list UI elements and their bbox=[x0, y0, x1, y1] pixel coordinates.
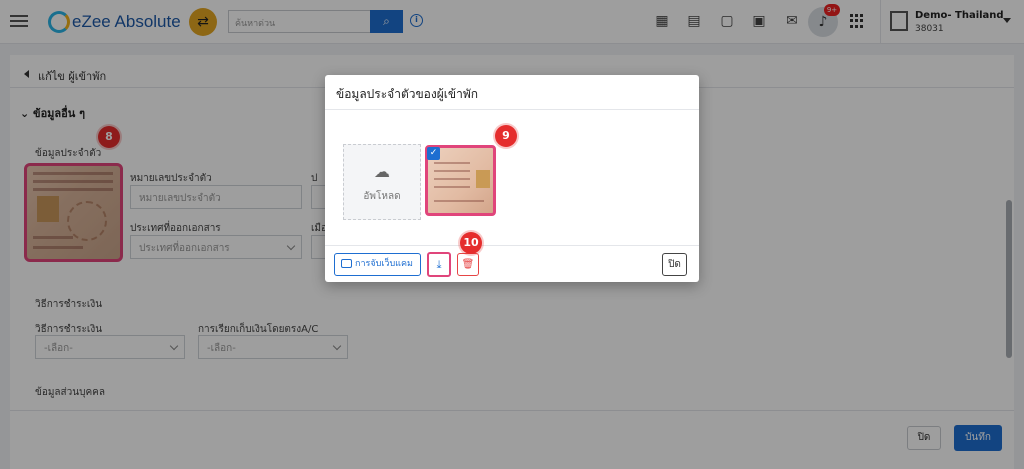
modal-title: ข้อมูลประจำตัวของผู้เข้าพัก bbox=[336, 87, 479, 101]
trash-icon: 🗑 bbox=[461, 259, 475, 270]
cloud-upload-icon: ☁ bbox=[374, 162, 390, 181]
doc-photo bbox=[476, 170, 490, 188]
modal-footer: การจับเว็บแคม ⤓ 🗑 ปิด bbox=[325, 245, 699, 282]
doc-stripe bbox=[434, 178, 470, 180]
download-button[interactable]: ⤓ bbox=[427, 252, 451, 277]
camera-icon bbox=[341, 259, 352, 268]
download-icon: ⤓ bbox=[436, 258, 442, 271]
webcam-capture-button[interactable]: การจับเว็บแคม bbox=[334, 253, 421, 276]
webcam-label: การจับเว็บแคม bbox=[355, 259, 413, 269]
doc-stripe bbox=[434, 186, 470, 188]
doc-stripe bbox=[434, 162, 470, 164]
doc-stripe bbox=[434, 170, 470, 172]
checkbox-checked-icon[interactable]: ✓ bbox=[427, 147, 440, 160]
doc-stripe bbox=[434, 200, 484, 202]
identity-modal: ข้อมูลประจำตัวของผู้เข้าพัก ☁ อัพโหลด ✓ … bbox=[325, 75, 699, 282]
step-badge-10: 10 bbox=[460, 232, 482, 254]
modal-close-button[interactable]: ปิด bbox=[662, 253, 687, 276]
step-badge-9: 9 bbox=[495, 125, 517, 147]
upload-tile[interactable]: ☁ อัพโหลด bbox=[343, 144, 421, 220]
modal-header: ข้อมูลประจำตัวของผู้เข้าพัก bbox=[325, 75, 699, 110]
delete-button[interactable]: 🗑 bbox=[457, 253, 479, 276]
upload-label: อัพโหลด bbox=[363, 191, 401, 202]
